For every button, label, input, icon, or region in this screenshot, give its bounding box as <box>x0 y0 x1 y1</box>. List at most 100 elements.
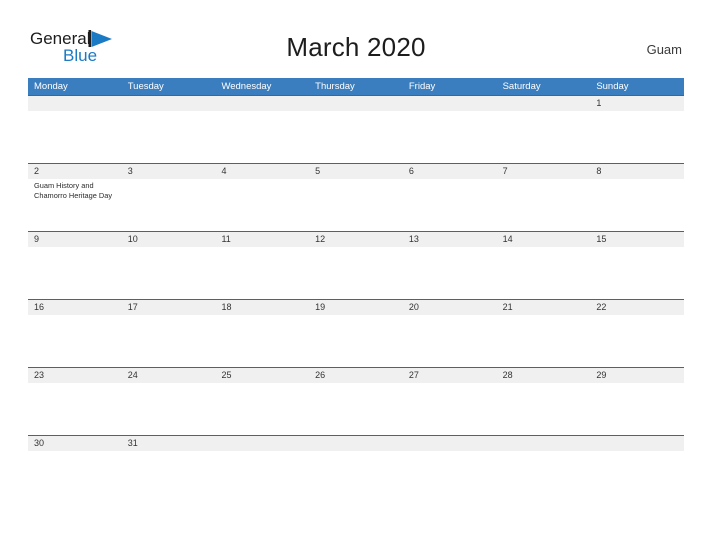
day-number[interactable]: 27 <box>403 368 497 383</box>
day-cell[interactable] <box>403 315 497 367</box>
day-number-band: 1 <box>28 96 684 111</box>
weekday-header-saturday: Saturday <box>502 81 541 92</box>
day-number[interactable]: 25 <box>215 368 309 383</box>
day-cell[interactable] <box>215 451 309 466</box>
day-cell[interactable]: Guam History and Chamorro Heritage Day <box>28 179 122 231</box>
day-number-empty <box>309 96 403 111</box>
day-cell[interactable] <box>215 383 309 435</box>
day-number[interactable]: 31 <box>122 436 216 451</box>
day-events-band <box>28 383 684 435</box>
day-cell[interactable] <box>215 111 309 163</box>
weekday-header-monday: Monday <box>34 81 68 92</box>
day-cell[interactable] <box>497 451 591 466</box>
day-number-empty <box>403 436 497 451</box>
day-number[interactable]: 2 <box>28 164 122 179</box>
day-number[interactable]: 18 <box>215 300 309 315</box>
day-number-empty <box>403 96 497 111</box>
day-cell[interactable] <box>403 383 497 435</box>
day-cell[interactable] <box>497 315 591 367</box>
day-number[interactable]: 7 <box>497 164 591 179</box>
day-cell[interactable] <box>309 315 403 367</box>
day-number[interactable]: 24 <box>122 368 216 383</box>
day-number[interactable]: 9 <box>28 232 122 247</box>
day-cell[interactable] <box>403 451 497 466</box>
day-number[interactable]: 17 <box>122 300 216 315</box>
day-cell[interactable] <box>215 247 309 299</box>
day-cell[interactable] <box>28 451 122 466</box>
day-cell[interactable] <box>28 315 122 367</box>
day-number[interactable]: 23 <box>28 368 122 383</box>
day-cell[interactable] <box>590 451 684 466</box>
day-number[interactable]: 19 <box>309 300 403 315</box>
day-number[interactable]: 1 <box>590 96 684 111</box>
day-cell[interactable] <box>403 247 497 299</box>
holiday-event: Guam History and Chamorro Heritage Day <box>34 181 113 201</box>
day-cell[interactable] <box>309 451 403 466</box>
day-events-band <box>28 451 684 466</box>
day-cell[interactable] <box>497 247 591 299</box>
day-number[interactable]: 12 <box>309 232 403 247</box>
day-number[interactable]: 5 <box>309 164 403 179</box>
day-number[interactable]: 30 <box>28 436 122 451</box>
day-number[interactable]: 13 <box>403 232 497 247</box>
day-number[interactable]: 15 <box>590 232 684 247</box>
day-number[interactable]: 21 <box>497 300 591 315</box>
day-cell[interactable] <box>590 111 684 163</box>
day-cell[interactable] <box>309 247 403 299</box>
day-cell[interactable] <box>497 383 591 435</box>
day-cell[interactable] <box>403 111 497 163</box>
day-number[interactable]: 4 <box>215 164 309 179</box>
day-number-band: 23 24 25 26 27 28 29 <box>28 368 684 383</box>
day-cell[interactable] <box>403 179 497 231</box>
day-cell[interactable] <box>28 247 122 299</box>
day-number-empty <box>497 96 591 111</box>
day-cell[interactable] <box>590 383 684 435</box>
day-cell[interactable] <box>122 111 216 163</box>
calendar-page: General Blue March 2020 Guam Monday Tues… <box>0 0 712 550</box>
weekday-header-tuesday: Tuesday <box>127 81 164 92</box>
day-number-empty <box>122 96 216 111</box>
calendar-week-row: 1 <box>28 95 684 163</box>
day-number[interactable]: 22 <box>590 300 684 315</box>
day-events-band: Guam History and Chamorro Heritage Day <box>28 179 684 231</box>
day-cell[interactable] <box>309 179 403 231</box>
day-cell[interactable] <box>590 179 684 231</box>
day-cell[interactable] <box>590 247 684 299</box>
day-number[interactable]: 11 <box>215 232 309 247</box>
day-number[interactable]: 26 <box>309 368 403 383</box>
calendar-week-row: 2 3 4 5 6 7 8 Guam History and Chamorro Heritag… <box>28 163 684 231</box>
day-cell[interactable] <box>122 383 216 435</box>
day-number-empty <box>497 436 591 451</box>
day-cell[interactable] <box>122 247 216 299</box>
day-cell[interactable] <box>122 315 216 367</box>
day-cell[interactable] <box>215 179 309 231</box>
weekday-header-row: Monday Tuesday Wednesday Thursday Friday… <box>28 78 684 95</box>
day-cell[interactable] <box>590 315 684 367</box>
calendar-weeks: 1 2 3 4 5 6 7 8 Guam History and Chamorro Herita… <box>28 95 684 466</box>
day-number[interactable]: 16 <box>28 300 122 315</box>
day-cell[interactable] <box>122 451 216 466</box>
day-cell[interactable] <box>215 315 309 367</box>
day-number-empty <box>590 436 684 451</box>
day-cell[interactable] <box>497 179 591 231</box>
day-number[interactable]: 8 <box>590 164 684 179</box>
day-cell[interactable] <box>122 179 216 231</box>
day-cell[interactable] <box>497 111 591 163</box>
day-number-empty <box>309 436 403 451</box>
day-cell[interactable] <box>28 111 122 163</box>
calendar-week-row: 23 24 25 26 27 28 29 <box>28 367 684 435</box>
day-number[interactable]: 14 <box>497 232 591 247</box>
day-number[interactable]: 10 <box>122 232 216 247</box>
day-number-empty <box>215 96 309 111</box>
day-number-band: 16 17 18 19 20 21 22 <box>28 300 684 315</box>
day-cell[interactable] <box>309 383 403 435</box>
day-number[interactable]: 20 <box>403 300 497 315</box>
day-number[interactable]: 6 <box>403 164 497 179</box>
page-title: March 2020 <box>286 32 426 62</box>
day-number[interactable]: 29 <box>590 368 684 383</box>
day-cell[interactable] <box>309 111 403 163</box>
day-number[interactable]: 3 <box>122 164 216 179</box>
day-cell[interactable] <box>28 383 122 435</box>
day-number[interactable]: 28 <box>497 368 591 383</box>
calendar-week-row: 16 17 18 19 20 21 22 <box>28 299 684 367</box>
